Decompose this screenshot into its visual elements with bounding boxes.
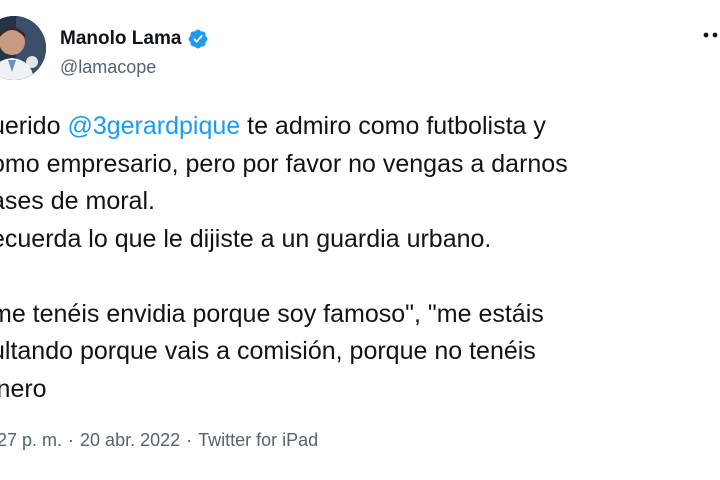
more-options-icon[interactable] [700,20,720,50]
meta-separator: · [186,430,193,450]
tweet-card: Manolo Lama @lamacope uerido @3gerardpiq… [0,0,720,480]
author-name[interactable]: Manolo Lama [60,28,181,50]
tweet-text: uerido @3gerardpique te admiro como futb… [0,108,720,408]
tweet-line-4: ecuerda lo que le dijiste a un guardia u… [0,224,492,253]
tweet-meta: 27 p. m. · 20 abr. 2022 · Twitter for iP… [0,430,318,451]
tweet-line-5: me tenéis envidia porque soy famoso", "m… [0,299,544,328]
avatar-photo-icon [0,16,46,80]
tweet-source[interactable]: Twitter for iPad [198,430,318,451]
tweet-date[interactable]: 20 abr. 2022 [80,430,180,451]
author-handle[interactable]: @lamacope [60,57,156,78]
tweet-text-segment: uerido [0,112,61,140]
tweet-line-6: ultando porque vais a comisión, porque n… [0,337,536,365]
mention-link[interactable]: @3gerardpique [67,112,240,140]
verified-badge-icon [189,29,208,49]
tweet-line-7: inero [0,374,47,403]
tweet-line-3: ases de moral. [0,187,155,215]
tweet-text-segment: te admiro como futbolista y [240,112,546,140]
tweet-time[interactable]: 27 p. m. [0,430,62,451]
author-name-row[interactable]: Manolo Lama [60,28,209,50]
author-avatar[interactable] [0,16,46,80]
tweet-line-1: uerido @3gerardpique te admiro como futb… [0,108,720,146]
tweet-line-2: omo empresario, pero por favor no vengas… [0,149,568,178]
meta-separator: · [68,430,75,450]
